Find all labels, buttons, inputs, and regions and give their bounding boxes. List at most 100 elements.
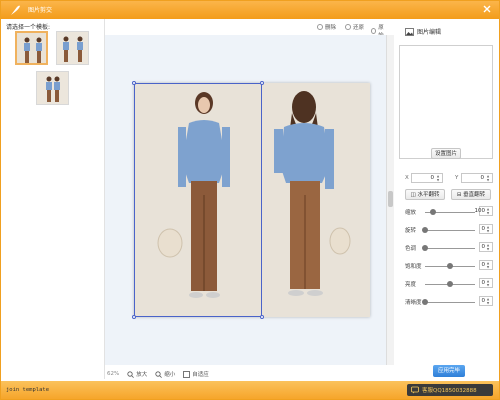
zoom-out-icon: [155, 370, 163, 378]
x-value: 0: [430, 175, 435, 181]
flip-horizontal-button[interactable]: ◫ 水平翻转: [405, 189, 445, 200]
flip-vertical-icon: ⊟: [456, 192, 462, 198]
resize-handle[interactable]: [132, 81, 136, 85]
vertical-scrollbar[interactable]: [386, 35, 394, 365]
canvas-toolbar: 删除 还原 原始: [105, 19, 387, 39]
slider-label: 色调: [405, 246, 417, 252]
slider-track[interactable]: [425, 302, 475, 303]
radio-icon: [317, 24, 323, 30]
y-input[interactable]: 0 ▲ ▼: [461, 173, 493, 183]
slider-label: 旋转: [405, 228, 417, 234]
slider-row: 旋转 0 ▲ ▼: [395, 224, 499, 236]
slider-row: 亮度 0 ▲ ▼: [395, 278, 499, 290]
close-icon[interactable]: [481, 3, 493, 15]
slider-value-input[interactable]: 0 ▲ ▼: [479, 278, 493, 288]
slider-label: 亮度: [405, 282, 417, 288]
slider-value-input[interactable]: 0 ▲ ▼: [479, 242, 493, 252]
zoom-in-button[interactable]: 放大: [127, 370, 147, 378]
image-edit-panel: 图片编辑 设置图片 X 0 ▲ ▼ Y 0 ▲ ▼ ◫ 水平翻转 ⊟ 垂直翻转 缩放…: [395, 19, 499, 379]
restore-label: 还原: [353, 25, 365, 31]
slider-track[interactable]: [425, 248, 475, 249]
slider-value-input[interactable]: 0 ▲ ▼: [479, 296, 493, 306]
image-preview-box: [399, 45, 493, 159]
flip-vertical-label: 垂直翻转: [463, 192, 486, 198]
spin-arrows-icon[interactable]: ▲ ▼: [485, 297, 491, 305]
slider-value-input[interactable]: 100 ▲ ▼: [475, 206, 493, 216]
resize-handle[interactable]: [260, 81, 264, 85]
status-bar: join template 客服QQ1850032888: [1, 381, 499, 399]
image-edit-header: 图片编辑: [405, 27, 441, 36]
qq-contact-button[interactable]: 客服QQ1850032888: [407, 384, 493, 396]
slider-knob[interactable]: [422, 245, 428, 251]
delete-button[interactable]: 删除: [317, 23, 336, 31]
spin-arrows-icon[interactable]: ▲ ▼: [435, 174, 441, 182]
set-image-button[interactable]: 设置图片: [431, 148, 461, 159]
slider-track[interactable]: [425, 230, 475, 231]
y-label: Y: [455, 175, 459, 181]
flip-horizontal-icon: ◫: [410, 192, 416, 198]
selection-box[interactable]: [132, 81, 264, 319]
spin-arrows-icon[interactable]: ▲ ▼: [485, 225, 491, 233]
slider-value: 100: [474, 208, 486, 214]
slider-row: 缩放 100 ▲ ▼: [395, 206, 499, 218]
status-text: join template: [6, 387, 50, 393]
zoom-out-button[interactable]: 缩小: [155, 370, 175, 378]
radio-icon: [345, 24, 351, 30]
scrollbar-thumb[interactable]: [388, 191, 393, 207]
template-preview-image: [57, 32, 88, 64]
slider-value-input[interactable]: 0 ▲ ▼: [479, 224, 493, 234]
y-value: 0: [480, 175, 485, 181]
zoom-out-label: 缩小: [164, 372, 176, 378]
template-thumb-3[interactable]: [36, 71, 69, 105]
slider-knob[interactable]: [430, 209, 436, 215]
delete-label: 删除: [325, 25, 337, 31]
template-thumb-1[interactable]: [15, 31, 48, 65]
zoom-in-icon: [127, 370, 135, 378]
resize-handle[interactable]: [132, 315, 136, 319]
x-label: X: [405, 175, 409, 181]
app-window: 图片剪交 请选择一个模板: 删除 还原 原 62% 放大 缩小 自适应 图片编辑…: [0, 0, 500, 400]
feather-icon: [11, 5, 20, 16]
image-icon: [405, 27, 414, 36]
chat-icon: [411, 386, 419, 394]
editing-canvas[interactable]: [105, 35, 387, 365]
slider-row: 色调 0 ▲ ▼: [395, 242, 499, 254]
fit-button[interactable]: 自适应: [183, 370, 209, 378]
slider-knob[interactable]: [422, 227, 428, 233]
slider-label: 缩放: [405, 210, 417, 216]
image-edit-title: 图片编辑: [417, 29, 442, 36]
zoom-bar: 62% 放大 缩小 自适应: [105, 367, 387, 381]
slider-label: 清晰度: [405, 300, 422, 306]
window-title: 图片剪交: [28, 7, 53, 14]
slider-knob[interactable]: [447, 281, 453, 287]
slider-row: 清晰度 0 ▲ ▼: [395, 296, 499, 308]
flip-vertical-button[interactable]: ⊟ 垂直翻转: [451, 189, 491, 200]
slider-knob[interactable]: [447, 263, 453, 269]
spin-arrows-icon[interactable]: ▲ ▼: [485, 261, 491, 269]
template-panel: 请选择一个模板:: [1, 19, 105, 379]
fit-label: 自适应: [192, 372, 209, 378]
title-bar: 图片剪交: [1, 1, 499, 19]
flip-horizontal-label: 水平翻转: [417, 192, 440, 198]
slider-label: 饱和度: [405, 264, 422, 270]
fit-icon: [183, 370, 191, 378]
qq-contact-label: 客服QQ1850032888: [422, 388, 477, 394]
slider-value-input[interactable]: 0 ▲ ▼: [479, 260, 493, 270]
resize-handle[interactable]: [260, 315, 264, 319]
slider-row: 饱和度 0 ▲ ▼: [395, 260, 499, 272]
template-preview-image: [37, 72, 68, 104]
restore-button[interactable]: 还原: [345, 23, 364, 31]
spin-arrows-icon[interactable]: ▲ ▼: [485, 174, 491, 182]
template-prompt: 请选择一个模板:: [6, 24, 51, 31]
spin-arrows-icon[interactable]: ▲ ▼: [485, 207, 491, 215]
spin-arrows-icon[interactable]: ▲ ▼: [485, 243, 491, 251]
template-preview-image: [17, 33, 46, 63]
slider-knob[interactable]: [422, 299, 428, 305]
radio-icon: [371, 28, 377, 34]
template-thumb-2[interactable]: [56, 31, 89, 65]
x-input[interactable]: 0 ▲ ▼: [411, 173, 443, 183]
zoom-in-label: 放大: [136, 372, 148, 378]
zoom-level: 62%: [107, 371, 120, 377]
confirm-button[interactable]: 应用完毕: [433, 365, 465, 377]
spin-arrows-icon[interactable]: ▲ ▼: [485, 279, 491, 287]
